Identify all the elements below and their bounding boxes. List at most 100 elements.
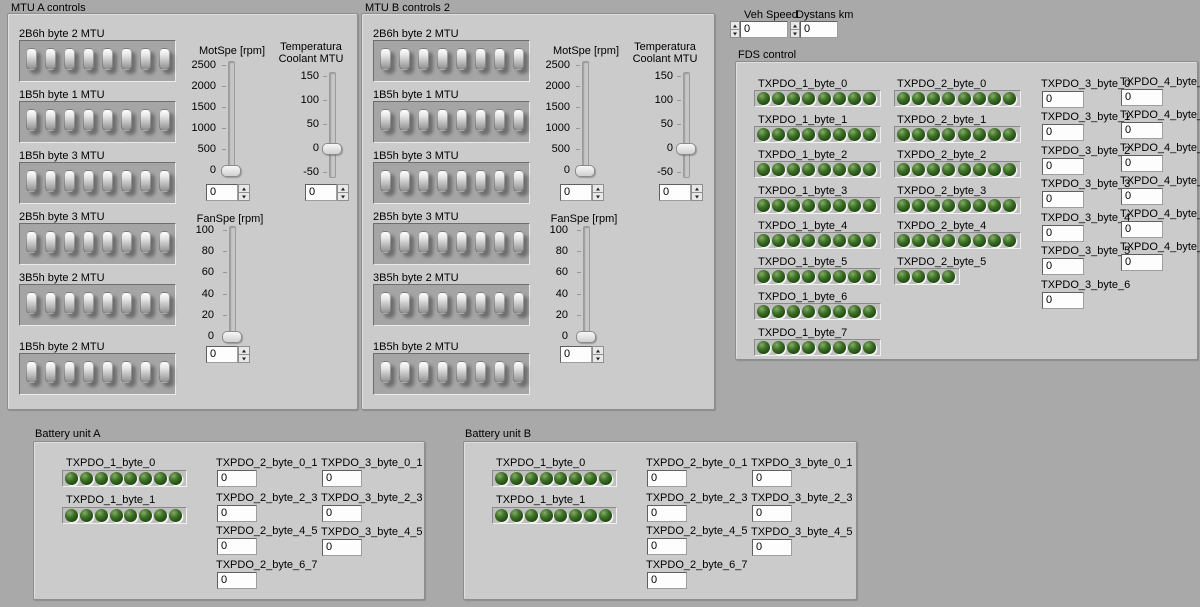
slider-track[interactable] <box>229 226 236 342</box>
toggle-switch[interactable] <box>418 292 429 314</box>
numeric-field[interactable]: 0 <box>206 184 238 201</box>
toggle-switch[interactable] <box>102 170 113 192</box>
toggle-switch[interactable] <box>380 231 391 253</box>
toggle-switch[interactable] <box>456 231 467 253</box>
spinner[interactable] <box>691 184 703 201</box>
toggle-switch[interactable] <box>26 231 37 253</box>
toggle-switch[interactable] <box>83 170 94 192</box>
toggle-switch[interactable] <box>159 170 170 192</box>
spin-down-icon[interactable] <box>691 192 703 201</box>
dystans-km-value[interactable]: 0 <box>800 21 838 38</box>
toggle-switch[interactable] <box>399 231 410 253</box>
toggle-switch[interactable] <box>64 292 75 314</box>
toggle-switch[interactable] <box>159 48 170 70</box>
slider-thumb[interactable] <box>576 331 596 343</box>
veh-speed-value[interactable]: 0 <box>740 21 788 38</box>
toggle-switch[interactable] <box>45 231 56 253</box>
veh-speed-spinner[interactable] <box>730 21 740 38</box>
slider-thumb[interactable] <box>222 331 242 343</box>
toggle-switch[interactable] <box>380 109 391 131</box>
slider-track[interactable] <box>228 61 235 176</box>
spin-down-icon[interactable] <box>592 192 604 201</box>
toggle-switch[interactable] <box>102 48 113 70</box>
toggle-switch[interactable] <box>83 292 94 314</box>
toggle-switch[interactable] <box>140 109 151 131</box>
veh-speed-control[interactable]: 0 <box>730 21 788 38</box>
toggle-switch[interactable] <box>102 361 113 383</box>
toggle-switch[interactable] <box>494 170 505 192</box>
slider-track[interactable] <box>683 72 690 178</box>
slider-track[interactable] <box>583 226 590 342</box>
toggle-switch[interactable] <box>399 292 410 314</box>
toggle-switch[interactable] <box>45 170 56 192</box>
slider-value-control[interactable]: 0 <box>305 184 349 201</box>
toggle-switch[interactable] <box>380 48 391 70</box>
numeric-field[interactable]: 0 <box>560 184 592 201</box>
toggle-switch[interactable] <box>475 231 486 253</box>
toggle-switch[interactable] <box>64 109 75 131</box>
toggle-switch[interactable] <box>121 292 132 314</box>
slider-value-control[interactable]: 0 <box>560 184 604 201</box>
toggle-switch[interactable] <box>456 170 467 192</box>
toggle-switch[interactable] <box>26 361 37 383</box>
toggle-switch[interactable] <box>418 109 429 131</box>
toggle-switch[interactable] <box>102 292 113 314</box>
spin-down-icon[interactable] <box>238 192 250 201</box>
slider-value-control[interactable]: 0 <box>659 184 703 201</box>
toggle-switch[interactable] <box>159 361 170 383</box>
toggle-switch[interactable] <box>513 48 524 70</box>
toggle-switch[interactable] <box>475 361 486 383</box>
toggle-switch[interactable] <box>456 292 467 314</box>
spinner[interactable] <box>592 346 604 363</box>
spinner[interactable] <box>238 346 250 363</box>
toggle-switch[interactable] <box>121 170 132 192</box>
spin-down-icon[interactable] <box>238 354 250 363</box>
spin-down-icon[interactable] <box>730 29 740 38</box>
toggle-switch[interactable] <box>456 109 467 131</box>
toggle-switch[interactable] <box>140 361 151 383</box>
toggle-switch[interactable] <box>45 361 56 383</box>
slider-value-control[interactable]: 0 <box>206 346 250 363</box>
toggle-switch[interactable] <box>494 231 505 253</box>
slider-thumb[interactable] <box>676 143 696 155</box>
toggle-switch[interactable] <box>83 48 94 70</box>
toggle-switch[interactable] <box>399 48 410 70</box>
dystans-km-spinner[interactable] <box>790 21 800 38</box>
toggle-switch[interactable] <box>140 231 151 253</box>
toggle-switch[interactable] <box>437 361 448 383</box>
slider-value-control[interactable]: 0 <box>206 184 250 201</box>
toggle-switch[interactable] <box>64 231 75 253</box>
toggle-switch[interactable] <box>64 361 75 383</box>
toggle-switch[interactable] <box>121 109 132 131</box>
toggle-switch[interactable] <box>26 48 37 70</box>
toggle-switch[interactable] <box>121 48 132 70</box>
toggle-switch[interactable] <box>437 231 448 253</box>
slider-value-control[interactable]: 0 <box>560 346 604 363</box>
toggle-switch[interactable] <box>159 109 170 131</box>
toggle-switch[interactable] <box>494 48 505 70</box>
toggle-switch[interactable] <box>380 170 391 192</box>
toggle-switch[interactable] <box>83 361 94 383</box>
toggle-switch[interactable] <box>437 48 448 70</box>
toggle-switch[interactable] <box>418 231 429 253</box>
toggle-switch[interactable] <box>456 48 467 70</box>
toggle-switch[interactable] <box>83 109 94 131</box>
toggle-switch[interactable] <box>45 48 56 70</box>
toggle-switch[interactable] <box>418 170 429 192</box>
spin-down-icon[interactable] <box>592 354 604 363</box>
toggle-switch[interactable] <box>513 170 524 192</box>
toggle-switch[interactable] <box>399 361 410 383</box>
toggle-switch[interactable] <box>494 292 505 314</box>
spin-down-icon[interactable] <box>790 29 800 38</box>
slider-track[interactable] <box>329 72 336 178</box>
spinner[interactable] <box>337 184 349 201</box>
toggle-switch[interactable] <box>159 231 170 253</box>
toggle-switch[interactable] <box>513 109 524 131</box>
toggle-switch[interactable] <box>475 109 486 131</box>
spinner[interactable] <box>238 184 250 201</box>
toggle-switch[interactable] <box>437 170 448 192</box>
spin-down-icon[interactable] <box>337 192 349 201</box>
toggle-switch[interactable] <box>418 361 429 383</box>
toggle-switch[interactable] <box>418 48 429 70</box>
toggle-switch[interactable] <box>102 231 113 253</box>
